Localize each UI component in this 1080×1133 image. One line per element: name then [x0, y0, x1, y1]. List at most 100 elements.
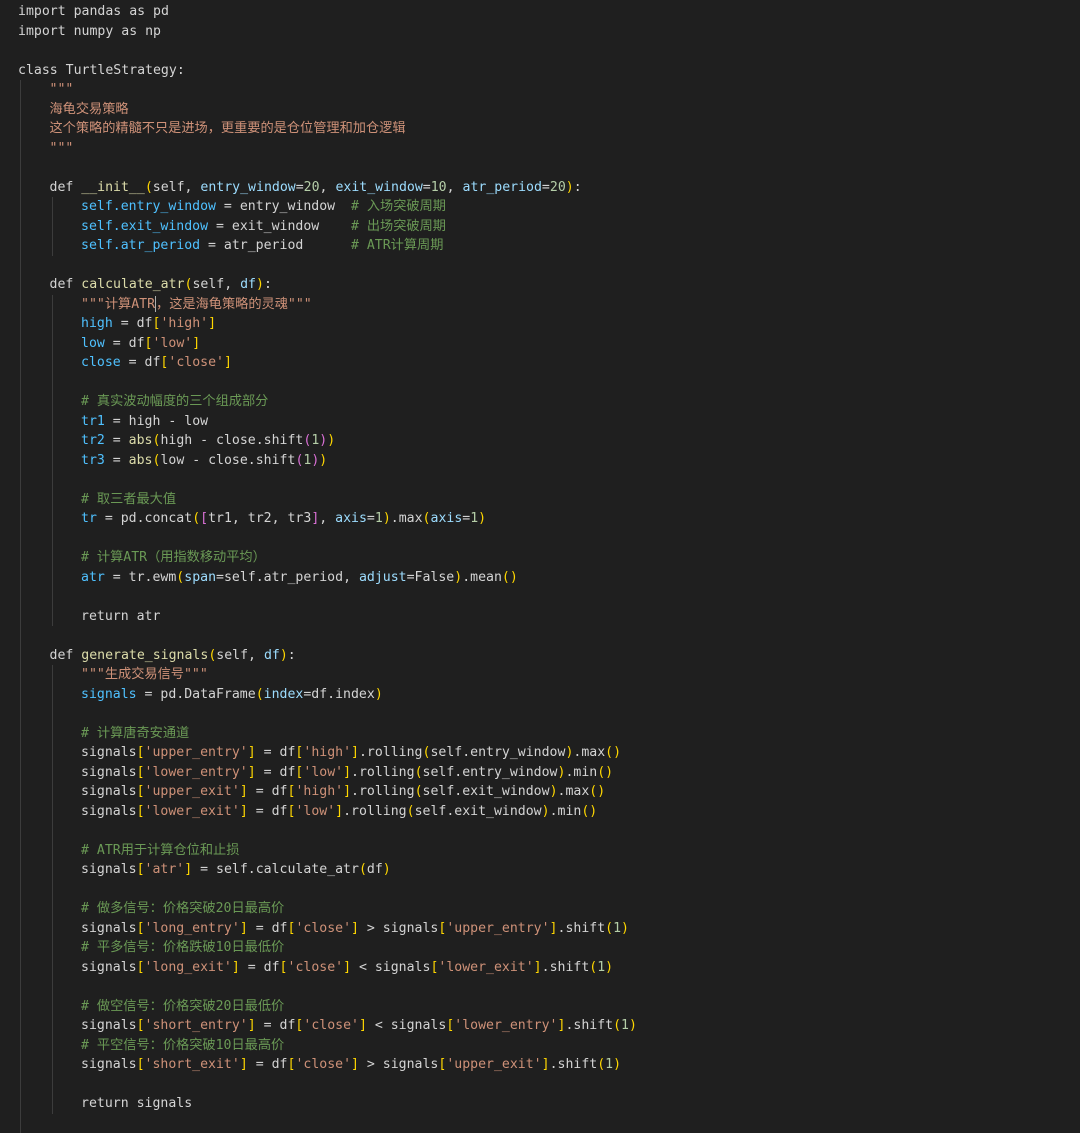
code-token: 'lower_exit': [438, 959, 534, 975]
indent-guide: [20, 275, 21, 295]
indent-guide: [51, 470, 53, 490]
code-line: [18, 977, 1080, 997]
indent-guide: [20, 957, 21, 977]
code-token: .rolling: [343, 803, 407, 819]
code-line-content: [18, 706, 81, 721]
code-token: [: [136, 1018, 145, 1033]
code-line-content: low = df['low']: [18, 336, 200, 351]
code-token: pd.DataFrame: [160, 686, 256, 702]
indent-guide: [20, 333, 21, 353]
code-token: self.exit_window: [414, 803, 542, 819]
code-token: tr1: [81, 413, 105, 429]
code-line: # 真实波动幅度的三个组成部分: [18, 392, 1080, 412]
indent-guide: [51, 450, 53, 470]
code-area[interactable]: import pandas as pd import numpy as np cla…: [18, 2, 1080, 1133]
code-token: signals: [81, 745, 137, 760]
indent-guide: [20, 197, 21, 217]
indent-guide: [51, 528, 53, 548]
code-token: signals: [81, 920, 137, 936]
indent-guide: [51, 509, 53, 529]
code-token: tr1, tr2, tr3: [208, 511, 312, 526]
code-editor[interactable]: import pandas as pd import numpy as np cla…: [0, 0, 1080, 1133]
code-token: tr2: [81, 433, 105, 448]
code-line-content: def __init__(self, entry_window=20, exit…: [18, 180, 582, 195]
code-token: (): [605, 745, 622, 760]
code-line: import pandas as pd: [18, 2, 1080, 22]
code-token: [: [136, 784, 145, 799]
code-token: =: [104, 452, 129, 468]
code-token: signals: [81, 959, 137, 975]
code-line: """: [18, 80, 1080, 100]
code-token: def: [49, 647, 74, 663]
code-token: self: [216, 647, 249, 663]
code-line-content: signals['lower_exit'] = df['low'].rollin…: [18, 804, 597, 819]
code-token: 'close': [295, 1057, 352, 1072]
indent-guide: [20, 1074, 21, 1094]
indent-guide: [51, 294, 53, 314]
code-token: ]: [247, 764, 256, 780]
indent-guide: [20, 450, 21, 470]
indent-guide: [51, 723, 53, 743]
code-token: self: [192, 277, 225, 292]
code-line-content: tr1 = high - low: [18, 414, 208, 429]
code-line-content: 海龟交易策略: [18, 102, 129, 117]
code-token: signals: [81, 784, 137, 799]
code-token: span: [184, 569, 217, 585]
indent-guide: [20, 762, 21, 782]
code-line-content: # 平空信号：价格突破10日最高价: [18, 1038, 284, 1053]
code-token: ): [374, 686, 383, 702]
code-token: df: [263, 647, 280, 663]
code-token: import: [18, 23, 66, 39]
code-token: =: [247, 784, 272, 799]
code-token: ,: [248, 647, 264, 663]
code-token: [: [136, 862, 145, 877]
code-token: ]: [239, 803, 248, 819]
code-token: :: [573, 179, 582, 195]
indent-guide: [20, 80, 21, 100]
code-token: ]: [351, 745, 359, 760]
code-line-content: tr = pd.concat([tr1, tr2, tr3], axis=1).…: [18, 511, 486, 526]
code-token: # ATR计算周期: [350, 238, 444, 253]
code-token: 'high': [303, 745, 352, 760]
code-token: (): [501, 569, 518, 585]
indent-guide: [20, 860, 21, 880]
code-token: ]: [239, 784, 248, 799]
code-token: 20: [549, 179, 566, 195]
code-token: df: [279, 745, 296, 760]
code-token: ]: [239, 920, 248, 936]
code-token: <: [366, 1018, 391, 1033]
code-line: self.entry_window = entry_window # 入场突破周…: [18, 197, 1080, 217]
code-token: 'upper_entry': [446, 920, 550, 936]
code-line: self.atr_period = atr_period # ATR计算周期: [18, 236, 1080, 256]
indent-guide: [51, 1074, 53, 1094]
code-line-content: signals['long_entry'] = df['close'] > si…: [18, 921, 629, 936]
code-token: (: [358, 862, 367, 877]
code-token: 'upper_exit': [144, 784, 240, 799]
code-token: (: [597, 1057, 606, 1072]
code-token: tr.ewm: [128, 569, 177, 585]
code-token: ]: [533, 959, 542, 975]
indent-guide: [51, 236, 53, 256]
code-line-content: [18, 531, 81, 546]
code-line-content: import numpy as np: [18, 24, 161, 39]
indent-guide: [20, 801, 21, 821]
code-token: df: [136, 316, 153, 331]
indent-guide: [20, 353, 21, 373]
code-line: # 做多信号：价格突破20日最高价: [18, 899, 1080, 919]
indent-guide: [20, 548, 21, 568]
indent-guide: [20, 996, 21, 1016]
code-line: """: [18, 138, 1080, 158]
code-token: =: [366, 511, 375, 526]
code-line: [18, 1113, 1080, 1133]
code-token: (: [422, 511, 431, 526]
code-token: self.entry_window: [81, 199, 216, 214]
indent-guide: [51, 411, 53, 431]
code-line-content: [18, 589, 81, 604]
indent-guide: [20, 177, 21, 197]
code-line-content: self.atr_period = atr_period # ATR计算周期: [18, 238, 443, 253]
code-line: [18, 704, 1080, 724]
